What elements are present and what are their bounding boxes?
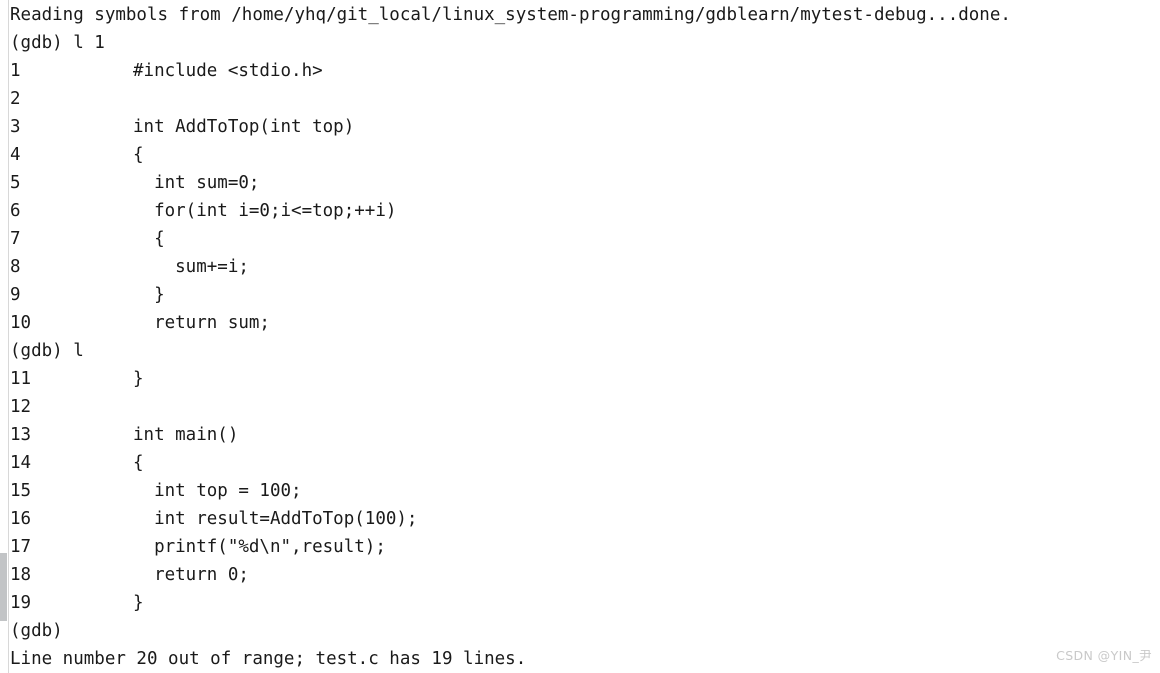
terminal-output[interactable]: Reading symbols from /home/yhq/git_local… — [10, 0, 1160, 673]
source-line-code: for(int i=0;i<=top;++i) — [133, 201, 397, 221]
source-line-number: 11 — [10, 369, 32, 389]
source-line-number: 16 — [10, 509, 32, 529]
source-line-code: return 0; — [133, 565, 249, 585]
source-line-number: 3 — [10, 117, 21, 137]
vertical-scrollbar[interactable] — [0, 0, 9, 673]
gdb-message-text: Reading symbols from /home/yhq/git_local… — [10, 5, 1011, 25]
source-line-number: 15 — [10, 481, 32, 501]
source-line-number: 4 — [10, 145, 21, 165]
source-line: 14 { — [10, 449, 1160, 477]
gdb-message-line: Reading symbols from /home/yhq/git_local… — [10, 1, 1160, 29]
source-line: 9 } — [10, 281, 1160, 309]
source-line: 15 int top = 100; — [10, 477, 1160, 505]
source-line-code: sum+=i; — [133, 257, 249, 277]
source-line-code: return sum; — [133, 313, 270, 333]
source-line-code: int main() — [133, 425, 239, 445]
source-line-number: 14 — [10, 453, 32, 473]
source-line-number: 1 — [10, 61, 21, 81]
source-line-number: 5 — [10, 173, 21, 193]
source-line: 5 int sum=0; — [10, 169, 1160, 197]
source-line: 10 return sum; — [10, 309, 1160, 337]
source-line-number: 19 — [10, 593, 32, 613]
source-line: 11} — [10, 365, 1160, 393]
source-line: 13 int main() — [10, 421, 1160, 449]
source-line-code: } — [133, 285, 165, 305]
source-line-number: 8 — [10, 257, 21, 277]
gdb-prompt-line: (gdb) l — [10, 337, 1160, 365]
source-line: 19} — [10, 589, 1160, 617]
source-line: 7 { — [10, 225, 1160, 253]
source-line-number: 6 — [10, 201, 21, 221]
gdb-prompt-text: (gdb) l — [10, 341, 84, 361]
scrollbar-thumb[interactable] — [0, 553, 7, 621]
source-line-code: int result=AddToTop(100); — [133, 509, 418, 529]
gdb-message-line: Line number 20 out of range; test.c has … — [10, 645, 1160, 673]
source-line: 8 sum+=i; — [10, 253, 1160, 281]
source-line: 12 — [10, 393, 1160, 421]
source-line-number: 17 — [10, 537, 32, 557]
source-line: 18 return 0; — [10, 561, 1160, 589]
csdn-watermark: CSDN @YIN_尹 — [1056, 648, 1152, 663]
source-line-code: { — [133, 145, 144, 165]
gdb-prompt-text: (gdb) l 1 — [10, 33, 105, 53]
source-line-code: { — [133, 453, 144, 473]
gdb-prompt-text: (gdb) — [10, 621, 63, 641]
source-line-code: } — [133, 593, 144, 613]
source-line: 6 for(int i=0;i<=top;++i) — [10, 197, 1160, 225]
source-line-code: #include <stdio.h> — [133, 61, 323, 81]
source-line-number: 10 — [10, 313, 32, 333]
source-line: 17 printf("%d\n",result); — [10, 533, 1160, 561]
source-line-number: 12 — [10, 397, 32, 417]
source-line: 2 — [10, 85, 1160, 113]
source-line: 3 int AddToTop(int top) — [10, 113, 1160, 141]
gdb-prompt-line: (gdb) — [10, 617, 1160, 645]
source-line: 4{ — [10, 141, 1160, 169]
source-line-code: printf("%d\n",result); — [133, 537, 386, 557]
source-line: 1 #include <stdio.h> — [10, 57, 1160, 85]
source-line-number: 18 — [10, 565, 32, 585]
source-line-number: 13 — [10, 425, 32, 445]
source-line-number: 2 — [10, 89, 21, 109]
source-line-code: int top = 100; — [133, 481, 302, 501]
source-line-number: 9 — [10, 285, 21, 305]
source-line-number: 7 — [10, 229, 21, 249]
source-line-code: int AddToTop(int top) — [133, 117, 355, 137]
source-line-code: { — [133, 229, 165, 249]
gdb-prompt-line: (gdb) l 1 — [10, 29, 1160, 57]
source-line: 16 int result=AddToTop(100); — [10, 505, 1160, 533]
gdb-message-text: Line number 20 out of range; test.c has … — [10, 649, 527, 669]
gdb-terminal-window[interactable]: Reading symbols from /home/yhq/git_local… — [0, 0, 1160, 673]
source-line-code: } — [133, 369, 144, 389]
source-line-code: int sum=0; — [133, 173, 260, 193]
